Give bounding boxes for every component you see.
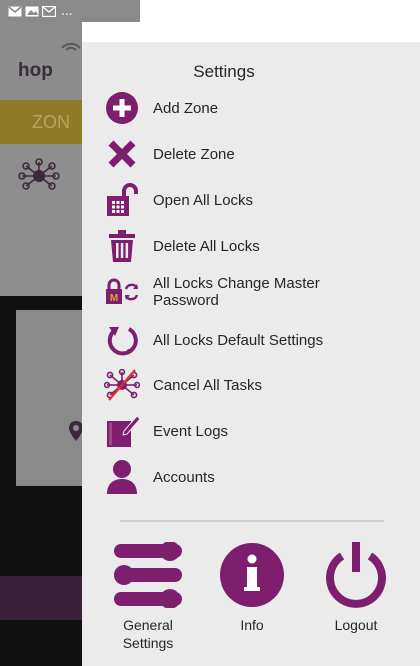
menu-item-label: All Locks Change Master Password [153, 275, 320, 309]
background-app: hop ZON [0, 22, 83, 666]
power-icon [326, 542, 386, 608]
notebook-icon [104, 413, 140, 449]
cancel-network-icon [104, 367, 140, 403]
drawer-title: Settings [193, 62, 255, 81]
menu-item-label: All Locks Default Settings [153, 331, 324, 349]
menu-item-label: Event Logs [153, 422, 229, 440]
status-more: ... [61, 4, 73, 18]
master-lock-refresh-icon: M [104, 274, 140, 310]
close-x-icon [104, 136, 140, 172]
menu-item-accounts[interactable]: Accounts [104, 457, 215, 497]
general-settings-button[interactable]: General Settings [102, 542, 194, 652]
menu-item-delete-zone[interactable]: Delete Zone [104, 134, 235, 174]
background-zone-panel [0, 144, 82, 296]
image-icon [25, 6, 39, 16]
trash-icon [104, 228, 140, 264]
general-settings-label: General Settings [122, 617, 174, 651]
divider [120, 520, 384, 522]
background-card [16, 310, 83, 486]
add-circle-icon [104, 90, 140, 126]
logout-label: Logout [334, 617, 378, 633]
menu-item-change-master-password[interactable]: M All Locks Change Master Password [104, 272, 353, 312]
menu-item-label: Accounts [153, 468, 215, 486]
menu-item-label: Delete All Locks [153, 237, 260, 255]
background-header: hop [0, 22, 82, 100]
info-icon [220, 543, 284, 607]
unlocked-padlock-icon [104, 182, 140, 218]
menu-item-open-all-locks[interactable]: Open All Locks [104, 180, 253, 220]
background-bottom-bar [0, 576, 82, 620]
info-label: Info [240, 617, 264, 633]
menu-item-default-settings[interactable]: All Locks Default Settings [104, 320, 323, 360]
mail-icon [42, 5, 56, 17]
status-bar: ... [0, 0, 140, 22]
menu-item-delete-all-locks[interactable]: Delete All Locks [104, 226, 260, 266]
menu-item-event-logs[interactable]: Event Logs [104, 411, 228, 451]
background-content [0, 296, 83, 666]
network-icon [18, 158, 60, 190]
svg-text:M: M [110, 293, 118, 304]
background-zone-label: ZON [32, 112, 70, 132]
sliders-icon [114, 542, 182, 608]
background-logo: hop [18, 60, 53, 81]
menu-item-cancel-all-tasks[interactable]: Cancel All Tasks [104, 365, 262, 405]
menu-item-label: Open All Locks [153, 191, 254, 209]
info-button[interactable]: Info [206, 542, 298, 634]
logout-button[interactable]: Logout [310, 542, 402, 634]
menu-item-label: Cancel All Tasks [153, 376, 262, 394]
gmail-icon [8, 5, 22, 16]
wifi-logo-icon [61, 42, 81, 51]
menu-item-label: Delete Zone [153, 145, 235, 163]
menu-item-label: Add Zone [153, 99, 219, 117]
background-zone-tab: ZON [0, 100, 82, 144]
menu-item-add-zone[interactable]: Add Zone [104, 88, 218, 128]
settings-drawer: Settings Add Zone Delete Zone Open All L… [82, 42, 420, 666]
user-icon [104, 459, 140, 495]
restore-icon [104, 322, 140, 358]
